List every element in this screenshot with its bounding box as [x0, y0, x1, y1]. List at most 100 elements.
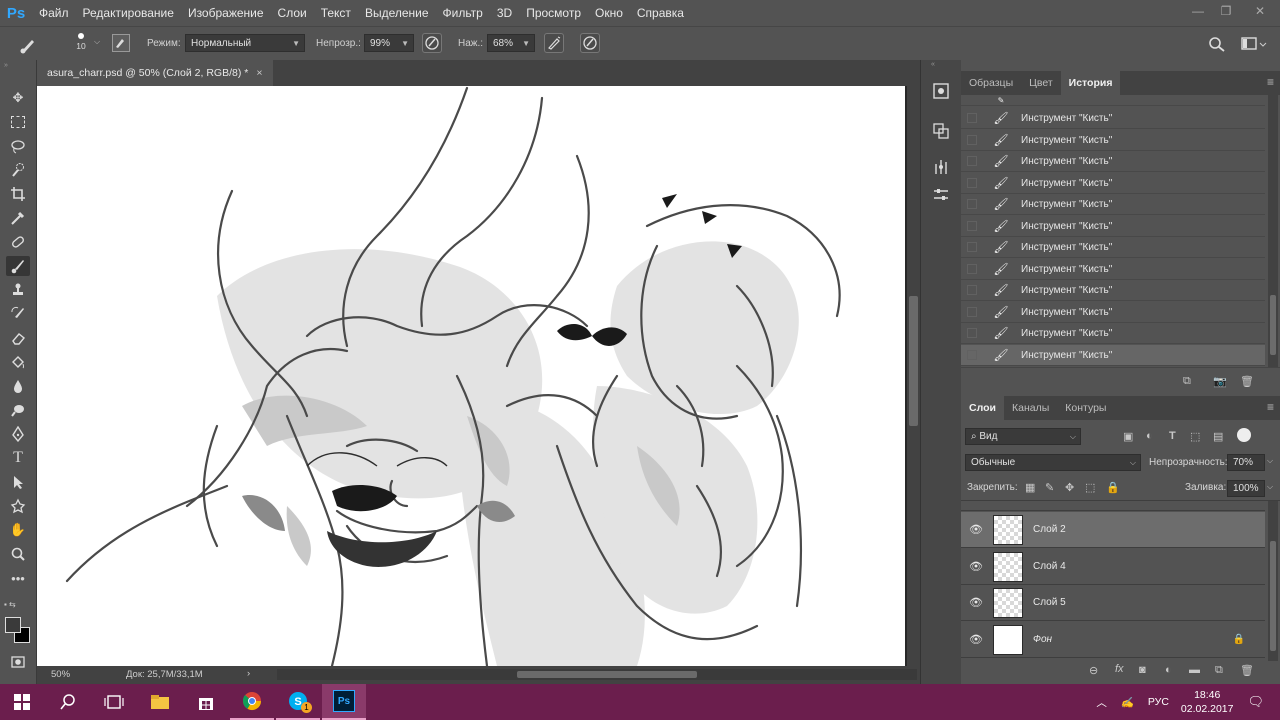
pressure-opacity-button[interactable] — [422, 33, 442, 53]
history-scroll-thumb[interactable] — [1270, 295, 1276, 355]
add-mask-icon[interactable]: ◙ — [1139, 664, 1146, 676]
snapshot-checkbox[interactable] — [967, 178, 977, 188]
brush-panel-toggle[interactable] — [112, 34, 130, 52]
tab-paths[interactable]: Контуры — [1057, 396, 1114, 420]
styles-panel-icon[interactable] — [929, 120, 953, 142]
maximize-button[interactable]: ❐ — [1212, 0, 1240, 22]
eye-icon[interactable]: 👁 — [969, 633, 983, 646]
marquee-tool-icon[interactable] — [6, 112, 30, 132]
snapshot-checkbox[interactable] — [967, 221, 977, 231]
windows-start-icon[interactable] — [0, 684, 44, 720]
new-document-from-state-icon[interactable]: ⧉ — [1183, 375, 1191, 388]
list-item[interactable]: 🖌 Инструмент "Кисть" — [961, 194, 1265, 215]
horizontal-scroll-thumb[interactable] — [517, 671, 697, 678]
menu-edit[interactable]: Редактирование — [76, 0, 181, 26]
search-icon[interactable] — [46, 684, 90, 720]
clone-stamp-tool-icon[interactable] — [6, 280, 30, 300]
tab-swatches[interactable]: Образцы — [961, 71, 1021, 95]
skype-icon[interactable]: S 1 — [276, 684, 320, 720]
snapshot-checkbox[interactable] — [967, 307, 977, 317]
list-item[interactable]: 🖌 Инструмент "Кисть" — [961, 280, 1265, 301]
list-item[interactable]: ✎ — [961, 95, 1265, 106]
eye-icon[interactable]: 👁 — [969, 560, 983, 573]
language-indicator[interactable]: РУС — [1148, 696, 1169, 708]
snapshot-checkbox[interactable] — [967, 135, 977, 145]
snapshot-checkbox[interactable] — [967, 328, 977, 338]
crop-tool-icon[interactable] — [6, 184, 30, 204]
menu-view[interactable]: Просмотр — [519, 0, 588, 26]
chevron-down-icon[interactable]: ⌵ — [1267, 482, 1273, 492]
workspace-switcher-icon[interactable] — [1240, 35, 1268, 53]
3d-panel-icon[interactable] — [929, 80, 953, 102]
adjustments-icon[interactable] — [929, 156, 953, 178]
store-icon[interactable] — [184, 684, 228, 720]
tab-history[interactable]: История — [1060, 71, 1121, 95]
document-tab[interactable]: asura_charr.psd @ 50% (Слой 2, RGB/8) * … — [37, 60, 273, 86]
layer-opacity-input[interactable]: 70% — [1227, 454, 1265, 471]
chevron-down-icon[interactable]: ⌵ — [94, 37, 100, 47]
snapshot-checkbox[interactable] — [967, 242, 977, 252]
snapshot-checkbox[interactable] — [967, 285, 977, 295]
eyedropper-tool-icon[interactable] — [6, 208, 30, 228]
filter-toggle-icon[interactable] — [1237, 428, 1251, 442]
move-tool-icon[interactable]: ✥ — [6, 88, 30, 108]
status-menu-arrow[interactable]: › — [247, 668, 250, 679]
list-item[interactable]: 🖌 Инструмент "Кисть" — [961, 216, 1265, 237]
menu-3d[interactable]: 3D — [490, 0, 519, 26]
quick-mask-icon[interactable] — [6, 652, 30, 672]
close-icon[interactable]: × — [256, 67, 262, 79]
new-layer-icon[interactable]: ⧉ — [1215, 664, 1223, 677]
search-icon[interactable] — [1207, 35, 1227, 53]
layer-row[interactable]: 👁 Слой 2 — [961, 512, 1265, 548]
menu-type[interactable]: Текст — [314, 0, 358, 26]
menu-help[interactable]: Справка — [630, 0, 691, 26]
brush-tool-icon[interactable] — [6, 256, 30, 276]
list-item[interactable]: 🖌 Инструмент "Кисть" — [961, 130, 1265, 151]
canvas-vertical-scrollbar[interactable] — [907, 86, 920, 666]
tab-color[interactable]: Цвет — [1021, 71, 1061, 95]
collapse-icon[interactable]: « — [931, 61, 935, 68]
minimize-button[interactable]: — — [1184, 0, 1212, 22]
action-center-icon[interactable]: 🗨 — [1247, 694, 1264, 710]
layer-row[interactable]: 👁 Фон 🔒 — [961, 622, 1265, 658]
snapshot-checkbox[interactable] — [967, 113, 977, 123]
panel-menu-icon[interactable]: ≡ — [1267, 400, 1274, 414]
chevron-down-icon[interactable]: ⌵ — [1267, 456, 1273, 466]
pressure-input[interactable]: 68% ▼ — [487, 34, 535, 52]
menu-select[interactable]: Выделение — [358, 0, 436, 26]
link-layers-icon[interactable]: ⊖ — [1089, 664, 1098, 677]
menu-window[interactable]: Окно — [588, 0, 630, 26]
foreground-color-swatch-front[interactable] — [5, 617, 21, 633]
mode-select[interactable]: Нормальный ▼ — [185, 34, 305, 52]
snapshot-checkbox[interactable] — [967, 350, 977, 360]
lock-image-icon[interactable]: ✎ — [1045, 481, 1054, 494]
airbrush-button[interactable] — [544, 33, 564, 53]
tab-channels[interactable]: Каналы — [1004, 396, 1057, 420]
fx-icon[interactable]: fx — [1115, 663, 1124, 675]
custom-shape-tool-icon[interactable] — [6, 496, 30, 516]
filter-smart-object-icon[interactable]: ▤ — [1213, 430, 1223, 443]
paint-bucket-tool-icon[interactable] — [6, 352, 30, 372]
layers-scrollbar[interactable] — [1268, 501, 1278, 661]
tab-layers[interactable]: Слои — [961, 396, 1004, 420]
pen-tool-icon[interactable] — [6, 424, 30, 444]
eraser-tool-icon[interactable] — [6, 328, 30, 348]
lock-transparent-icon[interactable]: ▦ — [1025, 481, 1035, 494]
lasso-tool-icon[interactable] — [6, 136, 30, 156]
toolbox-collapse-icon[interactable]: » — [4, 62, 8, 69]
chrome-icon[interactable] — [230, 684, 274, 720]
list-item[interactable]: 🖌 Инструмент "Кисть" — [961, 259, 1265, 280]
blend-mode-select[interactable]: Обычные ⌵ — [965, 454, 1141, 471]
hand-tool-icon[interactable]: ✋ — [6, 520, 30, 540]
dodge-tool-icon[interactable] — [6, 400, 30, 420]
list-item[interactable]: 🖌 Инструмент "Кисть" — [961, 108, 1265, 129]
layer-row[interactable]: 👁 Слой 5 — [961, 585, 1265, 621]
eye-icon[interactable]: 👁 — [969, 596, 983, 609]
swap-colors-icon[interactable]: ▪ ⇆ — [4, 600, 32, 614]
list-item[interactable]: 🖌 Инструмент "Кисть" — [961, 323, 1265, 344]
snapshot-checkbox[interactable] — [967, 199, 977, 209]
fill-input[interactable]: 100% — [1227, 480, 1265, 497]
canvas[interactable] — [37, 86, 905, 666]
trash-icon[interactable]: 🗑 — [1240, 375, 1254, 388]
snapshot-checkbox[interactable] — [967, 264, 977, 274]
